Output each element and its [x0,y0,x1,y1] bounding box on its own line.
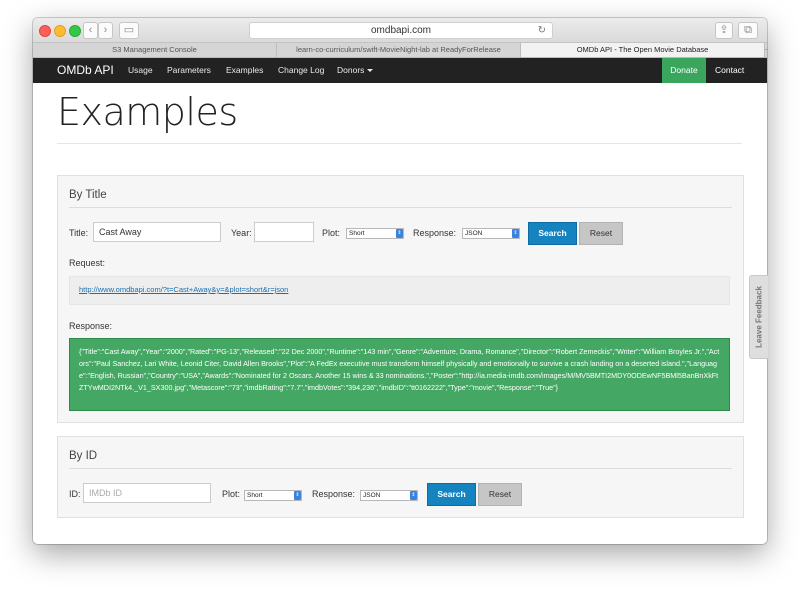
nav-parameters[interactable]: Parameters [167,58,211,83]
reset-button[interactable]: Reset [478,483,522,506]
url-bar[interactable]: omdbapi.com ↻ [249,22,553,39]
response-label: Response: [312,489,356,499]
search-button[interactable]: Search [528,222,577,245]
url-text: omdbapi.com [370,25,432,36]
plot-label: Plot: [322,228,341,238]
response-select-value: JSON [465,230,483,237]
select-arrows-icon: ⇕ [410,491,417,500]
leave-feedback-label: Leave Feedback [754,286,764,348]
tabs-overview-icon[interactable]: ⧉ [738,22,758,39]
panel-divider [69,468,732,469]
by-id-panel: By ID ID: IMDb ID Plot: Short ⇕ Response… [57,436,744,518]
share-icon[interactable]: ⇪ [715,22,733,39]
year-input[interactable] [254,222,314,242]
browser-tab-github[interactable]: learn-co-curriculum/swift-MovieNight-lab… [277,43,521,57]
request-box: http://www.omdbapi.com/?t=Cast+Away&y=&p… [69,276,730,305]
brand-link[interactable]: OMDb API [57,58,114,83]
plot-select[interactable]: Short ⇕ [244,490,302,501]
select-arrows-icon: ⇕ [512,229,519,238]
title-bar: ‹ › ▭ omdbapi.com ↻ ⇪ ⧉ [33,18,767,43]
select-arrows-icon: ⇕ [294,491,301,500]
maximize-window-button[interactable] [69,25,81,37]
request-heading: Request: [69,258,106,268]
nav-donors[interactable]: Donors [337,58,374,83]
reload-icon[interactable]: ↻ [538,23,546,38]
request-url-link[interactable]: http://www.omdbapi.com/?t=Cast+Away&y=&p… [79,285,288,294]
response-select[interactable]: JSON ⇕ [360,490,418,501]
page-content: Examples By Title Title: Cast Away Year:… [33,83,767,544]
imdb-id-input[interactable]: IMDb ID [83,483,211,503]
browser-tab-s3[interactable]: S3 Management Console [33,43,277,57]
nav-change-log[interactable]: Change Log [278,58,324,83]
title-label: Title: [69,228,89,238]
nav-donors-label: Donors [337,65,365,75]
select-arrows-icon: ⇕ [396,229,403,238]
page-title: Examples [57,90,238,134]
forward-icon[interactable]: › [98,22,113,39]
response-select[interactable]: JSON ⇕ [462,228,520,239]
response-heading: Response: [69,321,113,331]
site-navbar: OMDb API Usage Parameters Examples Chang… [33,58,767,83]
new-tab-button[interactable]: + [765,43,767,57]
response-label: Response: [413,228,457,238]
nav-examples[interactable]: Examples [226,58,263,83]
tab-bar: S3 Management Console learn-co-curriculu… [33,43,767,58]
minimize-window-button[interactable] [54,25,66,37]
by-id-heading: By ID [69,450,98,462]
plot-select-value: Short [349,230,365,237]
search-button[interactable]: Search [427,483,476,506]
leave-feedback-tab[interactable]: Leave Feedback [749,275,768,359]
id-label: ID: [69,489,81,499]
panel-divider [69,207,732,208]
browser-window: ‹ › ▭ omdbapi.com ↻ ⇪ ⧉ S3 Management Co… [33,18,767,544]
sidebar-icon[interactable]: ▭ [119,22,139,39]
browser-tab-omdb[interactable]: OMDb API - The Open Movie Database [521,43,765,57]
close-window-button[interactable] [39,25,51,37]
by-title-heading: By Title [69,189,107,201]
plot-select-value: Short [247,492,263,499]
donate-button[interactable]: Donate [662,58,706,83]
back-icon[interactable]: ‹ [83,22,98,39]
chevron-down-icon [367,69,374,73]
nav-usage[interactable]: Usage [128,58,153,83]
plot-label: Plot: [222,489,241,499]
response-json: {"Title":"Cast Away","Year":"2000","Rate… [69,338,730,411]
reset-button[interactable]: Reset [579,222,623,245]
response-select-value: JSON [363,492,381,499]
title-input[interactable]: Cast Away [93,222,221,242]
divider [57,143,742,144]
nav-contact[interactable]: Contact [715,58,744,83]
year-label: Year: [231,228,252,238]
plot-select[interactable]: Short ⇕ [346,228,404,239]
